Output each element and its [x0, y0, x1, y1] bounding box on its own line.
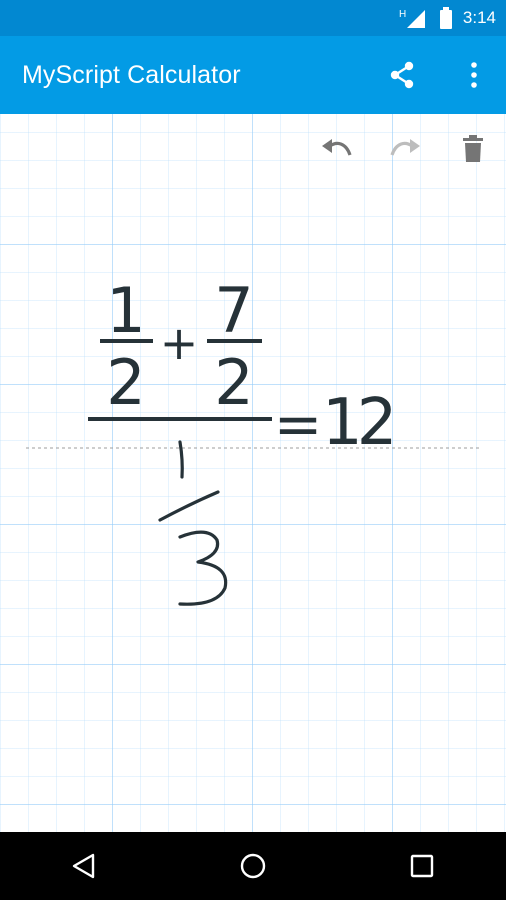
- equals-sign: =: [274, 390, 323, 458]
- network-type-label: H: [399, 9, 406, 20]
- handwritten-digit-1: [178, 440, 184, 479]
- math-expression: 1 2 + 7 2 = 12: [26, 274, 480, 606]
- home-circle-icon: [240, 853, 266, 879]
- battery-icon: [439, 7, 452, 29]
- app-actions: [386, 36, 490, 114]
- result-value: 12: [322, 386, 392, 460]
- status-bar: H 3:14: [0, 0, 506, 36]
- fraction-2-numerator: 7: [214, 274, 253, 347]
- handwritten-denominator: [158, 440, 228, 606]
- back-triangle-icon: [73, 853, 95, 879]
- home-button[interactable]: [223, 836, 283, 896]
- handwritten-digit-3: [178, 530, 228, 606]
- recents-button[interactable]: [392, 836, 452, 896]
- status-icons: H 3:14: [399, 0, 496, 36]
- fraction-2-denominator: 2: [214, 346, 253, 419]
- app-bar: MyScript Calculator: [0, 36, 506, 114]
- back-button[interactable]: [54, 836, 114, 896]
- writing-canvas[interactable]: 1 2 + 7 2 = 12: [0, 114, 506, 832]
- more-vert-icon: [471, 62, 477, 88]
- signal-icon: H: [399, 9, 425, 28]
- fraction-1-denominator: 2: [106, 346, 145, 419]
- more-options-button[interactable]: [458, 59, 490, 91]
- handwritten-slash: [158, 490, 220, 522]
- recents-square-icon: [410, 854, 433, 878]
- app-title: MyScript Calculator: [22, 61, 241, 89]
- share-button[interactable]: [386, 59, 418, 91]
- share-icon: [390, 61, 414, 89]
- navigation-bar: [0, 832, 506, 900]
- status-time: 3:14: [462, 8, 496, 27]
- fraction-1-numerator: 1: [106, 274, 145, 347]
- plus-operator: +: [160, 316, 199, 370]
